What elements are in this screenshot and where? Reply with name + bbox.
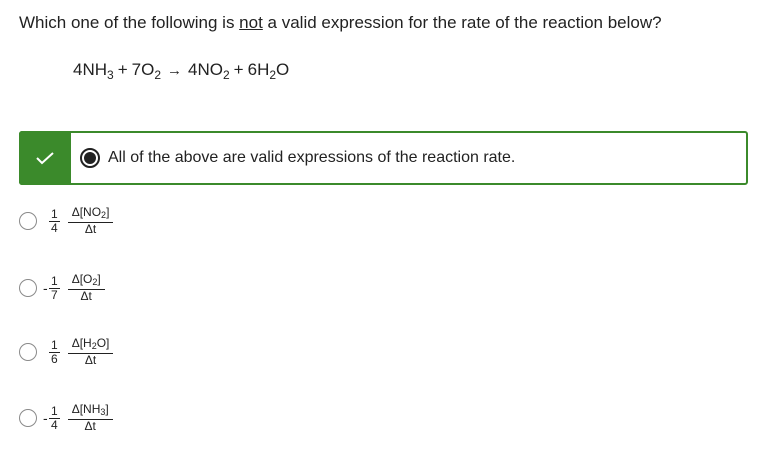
answer-option[interactable]: 16 Δ[H2O] Δt bbox=[19, 337, 114, 367]
rate-fraction: Δ[NH3] Δt bbox=[67, 403, 113, 433]
answer-option[interactable]: - 14 Δ[NH3] Δt bbox=[19, 403, 113, 433]
answer-text: All of the above are valid expressions o… bbox=[108, 149, 516, 166]
question-text: Which one of the following is not a vali… bbox=[19, 13, 662, 33]
coefficient-fraction: 16 bbox=[49, 337, 60, 366]
coefficient-fraction: 14 bbox=[49, 206, 60, 235]
radio-button[interactable] bbox=[19, 409, 37, 427]
radio-button[interactable] bbox=[19, 343, 37, 361]
rate-expression: 14 Δ[NO2] Δt bbox=[45, 206, 114, 236]
product-water: 6H2O bbox=[247, 60, 290, 82]
answer-option[interactable]: 14 Δ[NO2] Δt bbox=[19, 206, 114, 236]
rate-fraction: Δ[NO2] Δt bbox=[67, 206, 114, 236]
coefficient-fraction: 17 bbox=[49, 273, 60, 302]
rate-fraction: Δ[H2O] Δt bbox=[67, 337, 114, 367]
check-icon bbox=[36, 152, 54, 165]
radio-button[interactable] bbox=[19, 212, 37, 230]
reaction-arrow: → bbox=[167, 62, 183, 79]
question-emphasis: not bbox=[239, 13, 263, 32]
reactant-oxygen: 7O2 bbox=[131, 60, 162, 82]
coefficient-fraction: 14 bbox=[49, 403, 60, 432]
plus-sign: + bbox=[117, 60, 128, 79]
question-text-before: Which one of the following is bbox=[19, 13, 240, 32]
answer-option[interactable]: - 17 Δ[O2] Δt bbox=[19, 273, 105, 303]
product-no2: 4NO2 bbox=[188, 60, 230, 82]
reaction-equation: 4NH3 + 7O2 → 4NO2 + 6H2O bbox=[73, 60, 289, 82]
correct-indicator bbox=[19, 131, 71, 185]
answer-option-correct[interactable]: All of the above are valid expressions o… bbox=[19, 131, 748, 185]
radio-button[interactable] bbox=[19, 279, 37, 297]
radio-selected[interactable] bbox=[80, 148, 100, 168]
rate-expression: - 14 Δ[NH3] Δt bbox=[43, 403, 113, 433]
reactant-ammonia: 4NH3 bbox=[73, 60, 114, 82]
rate-expression: - 17 Δ[O2] Δt bbox=[43, 273, 105, 303]
question-text-after: a valid expression for the rate of the r… bbox=[262, 13, 662, 32]
plus-sign: + bbox=[233, 60, 244, 79]
rate-fraction: Δ[O2] Δt bbox=[67, 273, 105, 303]
rate-expression: 16 Δ[H2O] Δt bbox=[45, 337, 114, 367]
